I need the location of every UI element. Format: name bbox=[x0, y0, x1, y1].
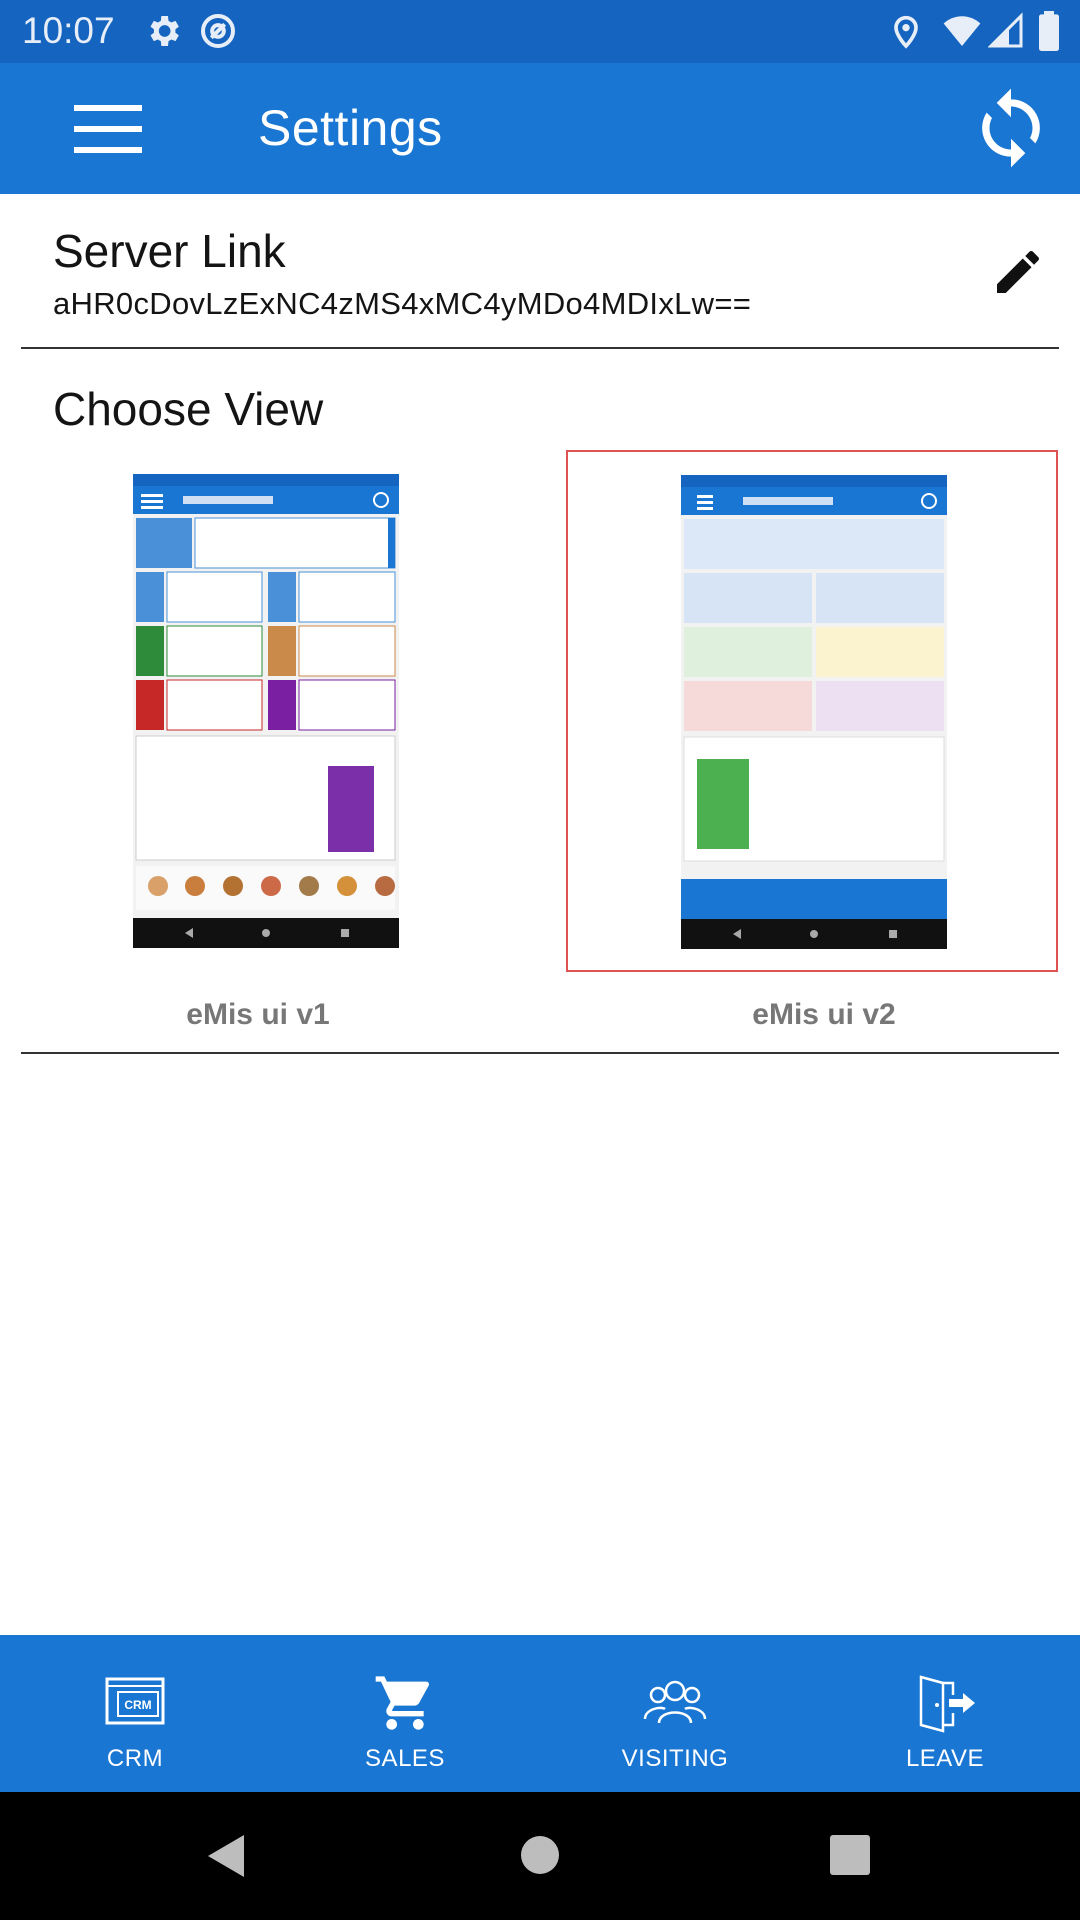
people-icon bbox=[643, 1680, 707, 1724]
view-option-v1[interactable] bbox=[0, 450, 492, 972]
location-icon bbox=[894, 15, 918, 49]
status-bar: 10:07 bbox=[0, 0, 1080, 63]
nav-item-sales[interactable]: SALES bbox=[270, 1635, 540, 1792]
crm-icon: CRM bbox=[105, 1677, 165, 1725]
divider bbox=[21, 347, 1059, 349]
nav-label-sales: SALES bbox=[365, 1745, 445, 1772]
gear-icon bbox=[150, 16, 179, 46]
nav-label-crm: CRM bbox=[106, 1745, 164, 1772]
svg-text:CRM: CRM bbox=[124, 1698, 151, 1712]
nav-label-visiting: VISITING bbox=[621, 1745, 729, 1772]
nav-item-crm[interactable]: CRM CRM bbox=[0, 1635, 270, 1792]
sync-icon bbox=[982, 88, 1040, 168]
view-option-v2-label: eMis ui v2 bbox=[752, 998, 896, 1031]
pencil-icon bbox=[997, 250, 1039, 293]
view-option-v2[interactable] bbox=[566, 450, 1058, 972]
divider bbox=[21, 1052, 1059, 1054]
v2-preview-thumbnail bbox=[681, 475, 947, 949]
nav-item-leave[interactable]: LEAVE bbox=[810, 1635, 1080, 1792]
at-sign-icon bbox=[201, 14, 235, 48]
battery-icon bbox=[1039, 11, 1059, 51]
page-title: Settings bbox=[258, 100, 443, 156]
menu-button[interactable] bbox=[60, 99, 156, 159]
recents-icon[interactable] bbox=[830, 1835, 870, 1875]
server-link-label: Server Link bbox=[53, 225, 286, 277]
wifi-icon bbox=[943, 16, 981, 46]
refresh-button[interactable] bbox=[968, 85, 1054, 171]
choose-view-label: Choose View bbox=[53, 383, 324, 435]
server-link-value: aHR0cDovLzExNC4zMS4xMC4yMDo4MDIxLw== bbox=[53, 286, 752, 321]
nav-label-leave: LEAVE bbox=[905, 1745, 985, 1772]
view-option-v1-label: eMis ui v1 bbox=[186, 998, 330, 1031]
bottom-navigation: CRM CRM SALES VISITING LEAVE bbox=[0, 1635, 1080, 1792]
home-icon[interactable] bbox=[519, 1834, 561, 1876]
exit-door-icon bbox=[919, 1675, 975, 1733]
status-time: 10:07 bbox=[22, 10, 115, 51]
cart-icon bbox=[375, 1676, 430, 1730]
edit-server-button[interactable] bbox=[990, 244, 1046, 300]
v1-preview-thumbnail bbox=[133, 474, 399, 948]
system-navigation-bar bbox=[0, 1792, 1080, 1920]
app-bar: Settings bbox=[0, 63, 1080, 194]
server-link-section: Server Link aHR0cDovLzExNC4zMS4xMC4yMDo4… bbox=[0, 194, 1080, 349]
nav-item-visiting[interactable]: VISITING bbox=[540, 1635, 810, 1792]
signal-icon bbox=[988, 12, 1023, 48]
back-icon[interactable] bbox=[204, 1831, 248, 1881]
hamburger-icon bbox=[74, 105, 142, 153]
